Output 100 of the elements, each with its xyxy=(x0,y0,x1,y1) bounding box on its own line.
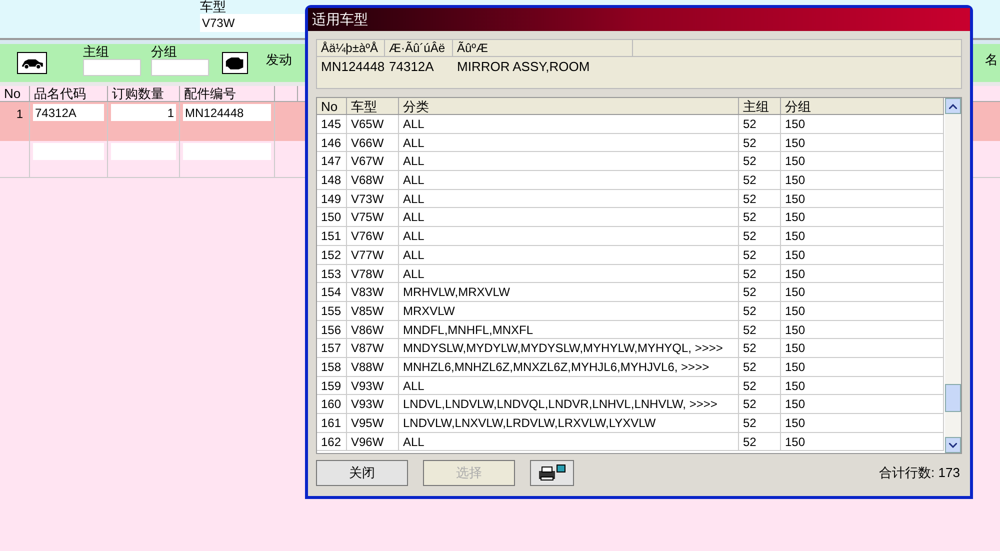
table-cell: V75W xyxy=(347,208,399,226)
code-field[interactable]: 74312A xyxy=(33,104,104,121)
sub-group-field[interactable] xyxy=(151,59,209,76)
table-cell: 150 xyxy=(781,302,944,320)
table-cell: V95W xyxy=(347,414,399,432)
table-cell: V96W xyxy=(347,432,399,450)
table-cell: 156 xyxy=(317,320,347,338)
car-icon[interactable] xyxy=(17,52,47,74)
table-cell: V68W xyxy=(347,171,399,189)
table-cell: 150 xyxy=(317,208,347,226)
part-number-field[interactable]: MN124448 xyxy=(183,104,271,121)
table-cell: 52 xyxy=(739,358,781,376)
table-cell: 149 xyxy=(317,190,347,208)
table-cell: ALL xyxy=(399,432,739,450)
total-count: 合计行数: 173 xyxy=(879,464,960,482)
table-cell: 147 xyxy=(317,152,347,170)
table-cell: LNDVLW,LNXVLW,LRDVLW,LRXVLW,LYXVLW xyxy=(399,414,739,432)
table-cell: 52 xyxy=(739,283,781,301)
column-header: 主组 xyxy=(739,98,781,114)
table-cell: 150 xyxy=(781,134,944,152)
code-field[interactable] xyxy=(33,143,104,160)
table-cell: ALL xyxy=(399,264,739,282)
table-cell: LNDVL,LNDVLW,LNDVQL,LNDVR,LNHVL,LNHVLW, >>>> xyxy=(399,395,739,413)
table-cell: 52 xyxy=(739,302,781,320)
table-cell: V67W xyxy=(347,152,399,170)
scroll-thumb[interactable] xyxy=(945,384,961,412)
column-header: 配件编号 xyxy=(180,86,275,101)
table-cell: ALL xyxy=(399,246,739,264)
table-cell: 150 xyxy=(781,283,944,301)
table-cell: V73W xyxy=(347,190,399,208)
scrollbar[interactable] xyxy=(945,98,961,453)
table-cell: 148 xyxy=(317,171,347,189)
table-cell: 150 xyxy=(781,152,944,170)
table-cell: 162 xyxy=(317,432,347,450)
table-cell: V78W xyxy=(347,264,399,282)
print-button[interactable] xyxy=(530,460,574,486)
field-label: 主组 xyxy=(83,44,110,59)
column-header: 分组 xyxy=(781,98,944,114)
table-cell: 146 xyxy=(317,134,347,152)
table-cell: V93W xyxy=(347,395,399,413)
table-cell: V76W xyxy=(347,227,399,245)
scroll-up-icon[interactable] xyxy=(945,98,961,114)
field-label: 车型 xyxy=(200,0,227,14)
table-cell: 150 xyxy=(781,358,944,376)
table-cell: ALL xyxy=(399,376,739,394)
table-cell: ALL xyxy=(399,152,739,170)
main-group-field[interactable] xyxy=(83,59,141,76)
dialog-button[interactable]: 关闭 xyxy=(316,460,408,486)
table-cell: V88W xyxy=(347,358,399,376)
table-cell: 52 xyxy=(739,152,781,170)
table-cell: MRHVLW,MRXVLW xyxy=(399,283,739,301)
table-cell: V93W xyxy=(347,376,399,394)
table-cell: V83W xyxy=(347,283,399,301)
table-cell: 52 xyxy=(739,115,781,133)
column-header: 订购数量 xyxy=(108,86,180,101)
table-cell: 150 xyxy=(781,246,944,264)
column-header: 车型 xyxy=(347,98,399,114)
engine-icon[interactable] xyxy=(222,52,248,74)
table-cell: 52 xyxy=(739,376,781,394)
window-title: 适用车型 xyxy=(308,8,970,31)
table-cell: 150 xyxy=(781,414,944,432)
table-cell: V77W xyxy=(347,246,399,264)
table-cell: ALL xyxy=(399,171,739,189)
column-header: Æ·Ãû´úÂë xyxy=(385,40,453,56)
table-cell: V66W xyxy=(347,134,399,152)
table-cell: 151 xyxy=(317,227,347,245)
column-header: Åä¼þ±àºÅ xyxy=(317,40,385,56)
table-cell: 150 xyxy=(781,171,944,189)
table-cell: 52 xyxy=(739,227,781,245)
info-value: MN124448 xyxy=(320,58,385,76)
table-cell: 52 xyxy=(739,432,781,450)
table-cell: 52 xyxy=(739,395,781,413)
table-cell: 152 xyxy=(317,246,347,264)
table-cell: 52 xyxy=(739,246,781,264)
table-cell: ALL xyxy=(399,134,739,152)
table-cell: 52 xyxy=(739,414,781,432)
table-cell: V85W xyxy=(347,302,399,320)
table-cell: 52 xyxy=(739,339,781,357)
table-cell: 52 xyxy=(739,264,781,282)
column-header: 分类 xyxy=(399,98,739,114)
table-cell: MNHZL6,MNHZL6Z,MNXZL6Z,MYHJL6,MYHJVL6, >>>> xyxy=(399,358,739,376)
field-label: 发动 xyxy=(266,51,292,70)
table-cell: 150 xyxy=(781,227,944,245)
table-cell: 150 xyxy=(781,395,944,413)
quantity-field[interactable] xyxy=(111,143,176,160)
table-cell: 52 xyxy=(739,171,781,189)
table-cell: 150 xyxy=(781,432,944,450)
quantity-field[interactable]: 1 xyxy=(111,104,176,121)
table-cell: 155 xyxy=(317,302,347,320)
table-cell: 159 xyxy=(317,376,347,394)
table-cell: ALL xyxy=(399,208,739,226)
part-number-field[interactable] xyxy=(183,143,271,160)
table-cell: 150 xyxy=(781,190,944,208)
scroll-down-icon[interactable] xyxy=(945,437,961,453)
table-cell: ALL xyxy=(399,227,739,245)
column-header: No xyxy=(0,86,30,101)
table-cell: MNDFL,MNHFL,MNXFL xyxy=(399,320,739,338)
table-cell: 158 xyxy=(317,358,347,376)
table-cell: V86W xyxy=(347,320,399,338)
table-cell: 150 xyxy=(781,376,944,394)
